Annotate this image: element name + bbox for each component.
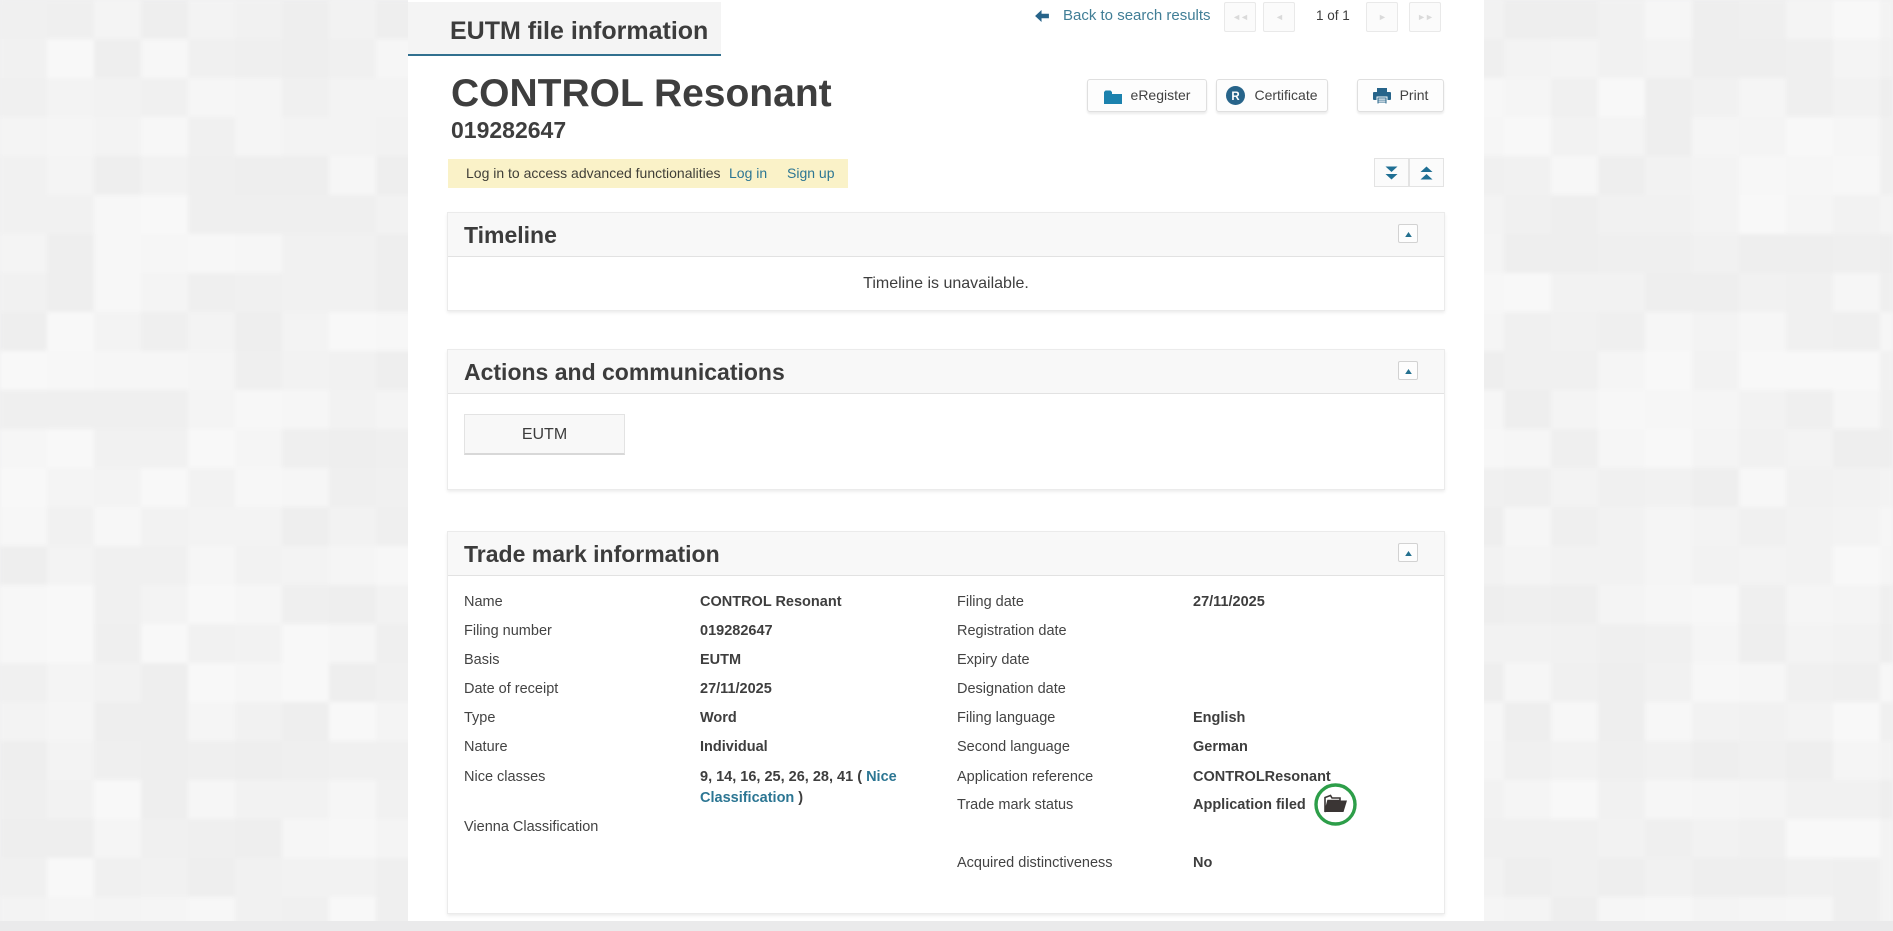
svg-text:R: R bbox=[1232, 90, 1241, 102]
